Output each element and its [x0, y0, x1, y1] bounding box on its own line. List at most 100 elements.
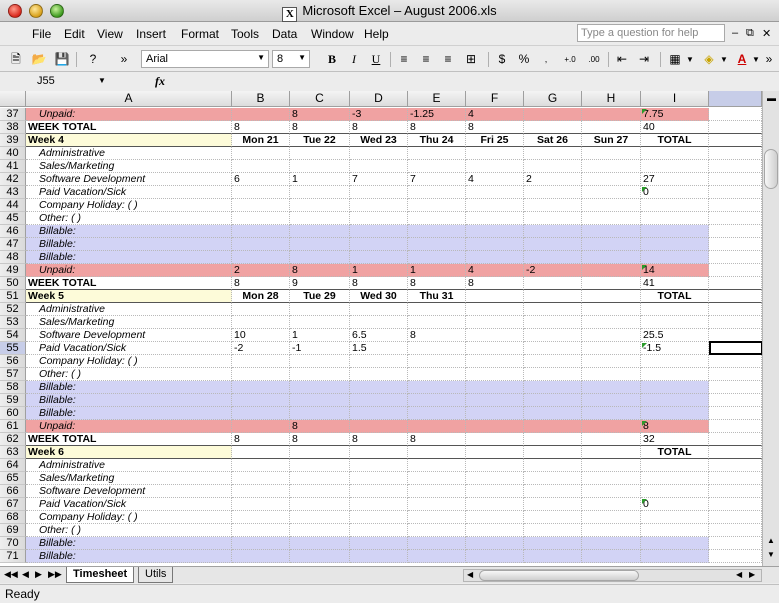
grid-cell[interactable] [709, 290, 762, 303]
grid-cell[interactable] [466, 186, 524, 199]
grid-cell[interactable] [408, 485, 466, 498]
grid-cell[interactable] [582, 472, 641, 485]
grid-cell[interactable] [582, 355, 641, 368]
grid-cell[interactable]: 4 [466, 173, 524, 186]
grid-cell[interactable] [582, 121, 641, 134]
grid-cell[interactable] [408, 394, 466, 407]
grid-cell[interactable]: Unpaid: [26, 420, 232, 433]
grid-cell[interactable] [290, 303, 350, 316]
restore-doc-icon[interactable]: ⧉ [746, 27, 754, 40]
row-header[interactable]: 45 [0, 212, 26, 225]
row-header[interactable]: 47 [0, 238, 26, 251]
vertical-scroll-thumb[interactable] [764, 149, 778, 189]
grid-cell[interactable]: 1.5 [350, 342, 408, 355]
grid-cell[interactable] [582, 212, 641, 225]
formula-error-indicator-icon[interactable] [642, 265, 647, 270]
next-sheet-icon[interactable]: ▶ [35, 569, 42, 580]
grid-cell[interactable] [524, 212, 582, 225]
grid-cell[interactable] [641, 147, 709, 160]
grid-cell[interactable] [641, 212, 709, 225]
grid-cell[interactable]: 8 [232, 433, 290, 446]
grid-cell[interactable] [709, 225, 762, 238]
grid-cell[interactable]: Sales/Marketing [26, 472, 232, 485]
grid-cell[interactable] [582, 277, 641, 290]
grid-cell[interactable]: Week 6 [26, 446, 232, 459]
grid-cell[interactable] [408, 511, 466, 524]
grid-cell[interactable] [709, 498, 762, 511]
grid-cell[interactable] [709, 199, 762, 212]
grid-cell[interactable] [524, 186, 582, 199]
grid-cell[interactable] [408, 368, 466, 381]
grid-cell[interactable]: 8 [408, 329, 466, 342]
grid-cell[interactable]: 0 [641, 498, 709, 511]
row-header[interactable]: 54 [0, 329, 26, 342]
grid-cell[interactable] [466, 147, 524, 160]
row-header[interactable]: 40 [0, 147, 26, 160]
grid-cell[interactable] [466, 212, 524, 225]
grid-cell[interactable] [232, 485, 290, 498]
active-cell-highlight[interactable] [709, 341, 762, 355]
function-icon[interactable]: fx [155, 74, 165, 89]
grid-cell[interactable] [582, 394, 641, 407]
grid-cell[interactable] [466, 342, 524, 355]
grid-cell[interactable] [350, 537, 408, 550]
grid-cell[interactable]: -3 [350, 108, 408, 121]
grid-cell[interactable] [408, 420, 466, 433]
formula-error-indicator-icon[interactable] [642, 109, 647, 114]
menu-format[interactable]: Format [181, 27, 219, 41]
align-center-icon[interactable]: ≡ [418, 51, 434, 68]
grid-cell[interactable] [524, 251, 582, 264]
grid-cell[interactable] [582, 147, 641, 160]
grid-cell[interactable] [524, 485, 582, 498]
grid-cell[interactable]: Company Holiday: ( ) [26, 511, 232, 524]
grid-cell[interactable] [408, 316, 466, 329]
row-header[interactable]: 61 [0, 420, 26, 433]
first-sheet-icon[interactable]: ◀◀ [4, 569, 18, 580]
grid-cell[interactable] [350, 238, 408, 251]
grid-cell[interactable]: Company Holiday: ( ) [26, 355, 232, 368]
grid-cell[interactable] [408, 381, 466, 394]
grid-cell[interactable] [524, 303, 582, 316]
minimize-doc-icon[interactable]: – [732, 27, 738, 39]
formula-error-indicator-icon[interactable] [642, 421, 647, 426]
grid-cell[interactable] [232, 355, 290, 368]
grid-cell[interactable]: -1.25 [408, 108, 466, 121]
grid-cell[interactable] [350, 303, 408, 316]
grid-cell[interactable] [350, 225, 408, 238]
font-color-icon[interactable]: A [734, 51, 750, 68]
close-doc-icon[interactable]: ✕ [762, 27, 771, 40]
grid-cell[interactable]: TOTAL [641, 446, 709, 459]
grid-cell[interactable] [290, 212, 350, 225]
grid-cell[interactable] [709, 394, 762, 407]
grid-cell[interactable] [582, 160, 641, 173]
split-handle-icon[interactable]: ▬ [767, 93, 776, 103]
grid-cell[interactable] [232, 147, 290, 160]
grid-cell[interactable]: 8 [290, 121, 350, 134]
grid-cell[interactable] [641, 511, 709, 524]
row-header[interactable]: 67 [0, 498, 26, 511]
grid-cell[interactable] [524, 420, 582, 433]
grid-cell[interactable] [408, 472, 466, 485]
grid-cell[interactable]: 4 [466, 264, 524, 277]
grid-cell[interactable]: Sales/Marketing [26, 316, 232, 329]
grid-cell[interactable] [709, 446, 762, 459]
grid-cell[interactable] [709, 381, 762, 394]
grid-cell[interactable]: Thu 24 [408, 134, 466, 147]
grid-cell[interactable] [408, 355, 466, 368]
grid-cell[interactable] [582, 407, 641, 420]
increase-decimal-icon[interactable]: +.0 [560, 51, 580, 68]
grid-cell[interactable] [232, 381, 290, 394]
grid-cell[interactable]: Company Holiday: ( ) [26, 199, 232, 212]
grid-cell[interactable]: 8 [641, 420, 709, 433]
grid-cell[interactable] [709, 121, 762, 134]
open-folder-icon[interactable]: 📂 [30, 51, 48, 68]
grid-cell[interactable] [350, 381, 408, 394]
font-name-select[interactable]: Arial ▼ [141, 50, 269, 68]
grid-cell[interactable] [350, 550, 408, 563]
grid-cell[interactable]: 0 [641, 186, 709, 199]
grid-cell[interactable]: 8 [408, 433, 466, 446]
row-header[interactable]: 71 [0, 550, 26, 563]
grid-cell[interactable]: Unpaid: [26, 264, 232, 277]
grid-cell[interactable] [641, 225, 709, 238]
grid-cell[interactable] [290, 251, 350, 264]
